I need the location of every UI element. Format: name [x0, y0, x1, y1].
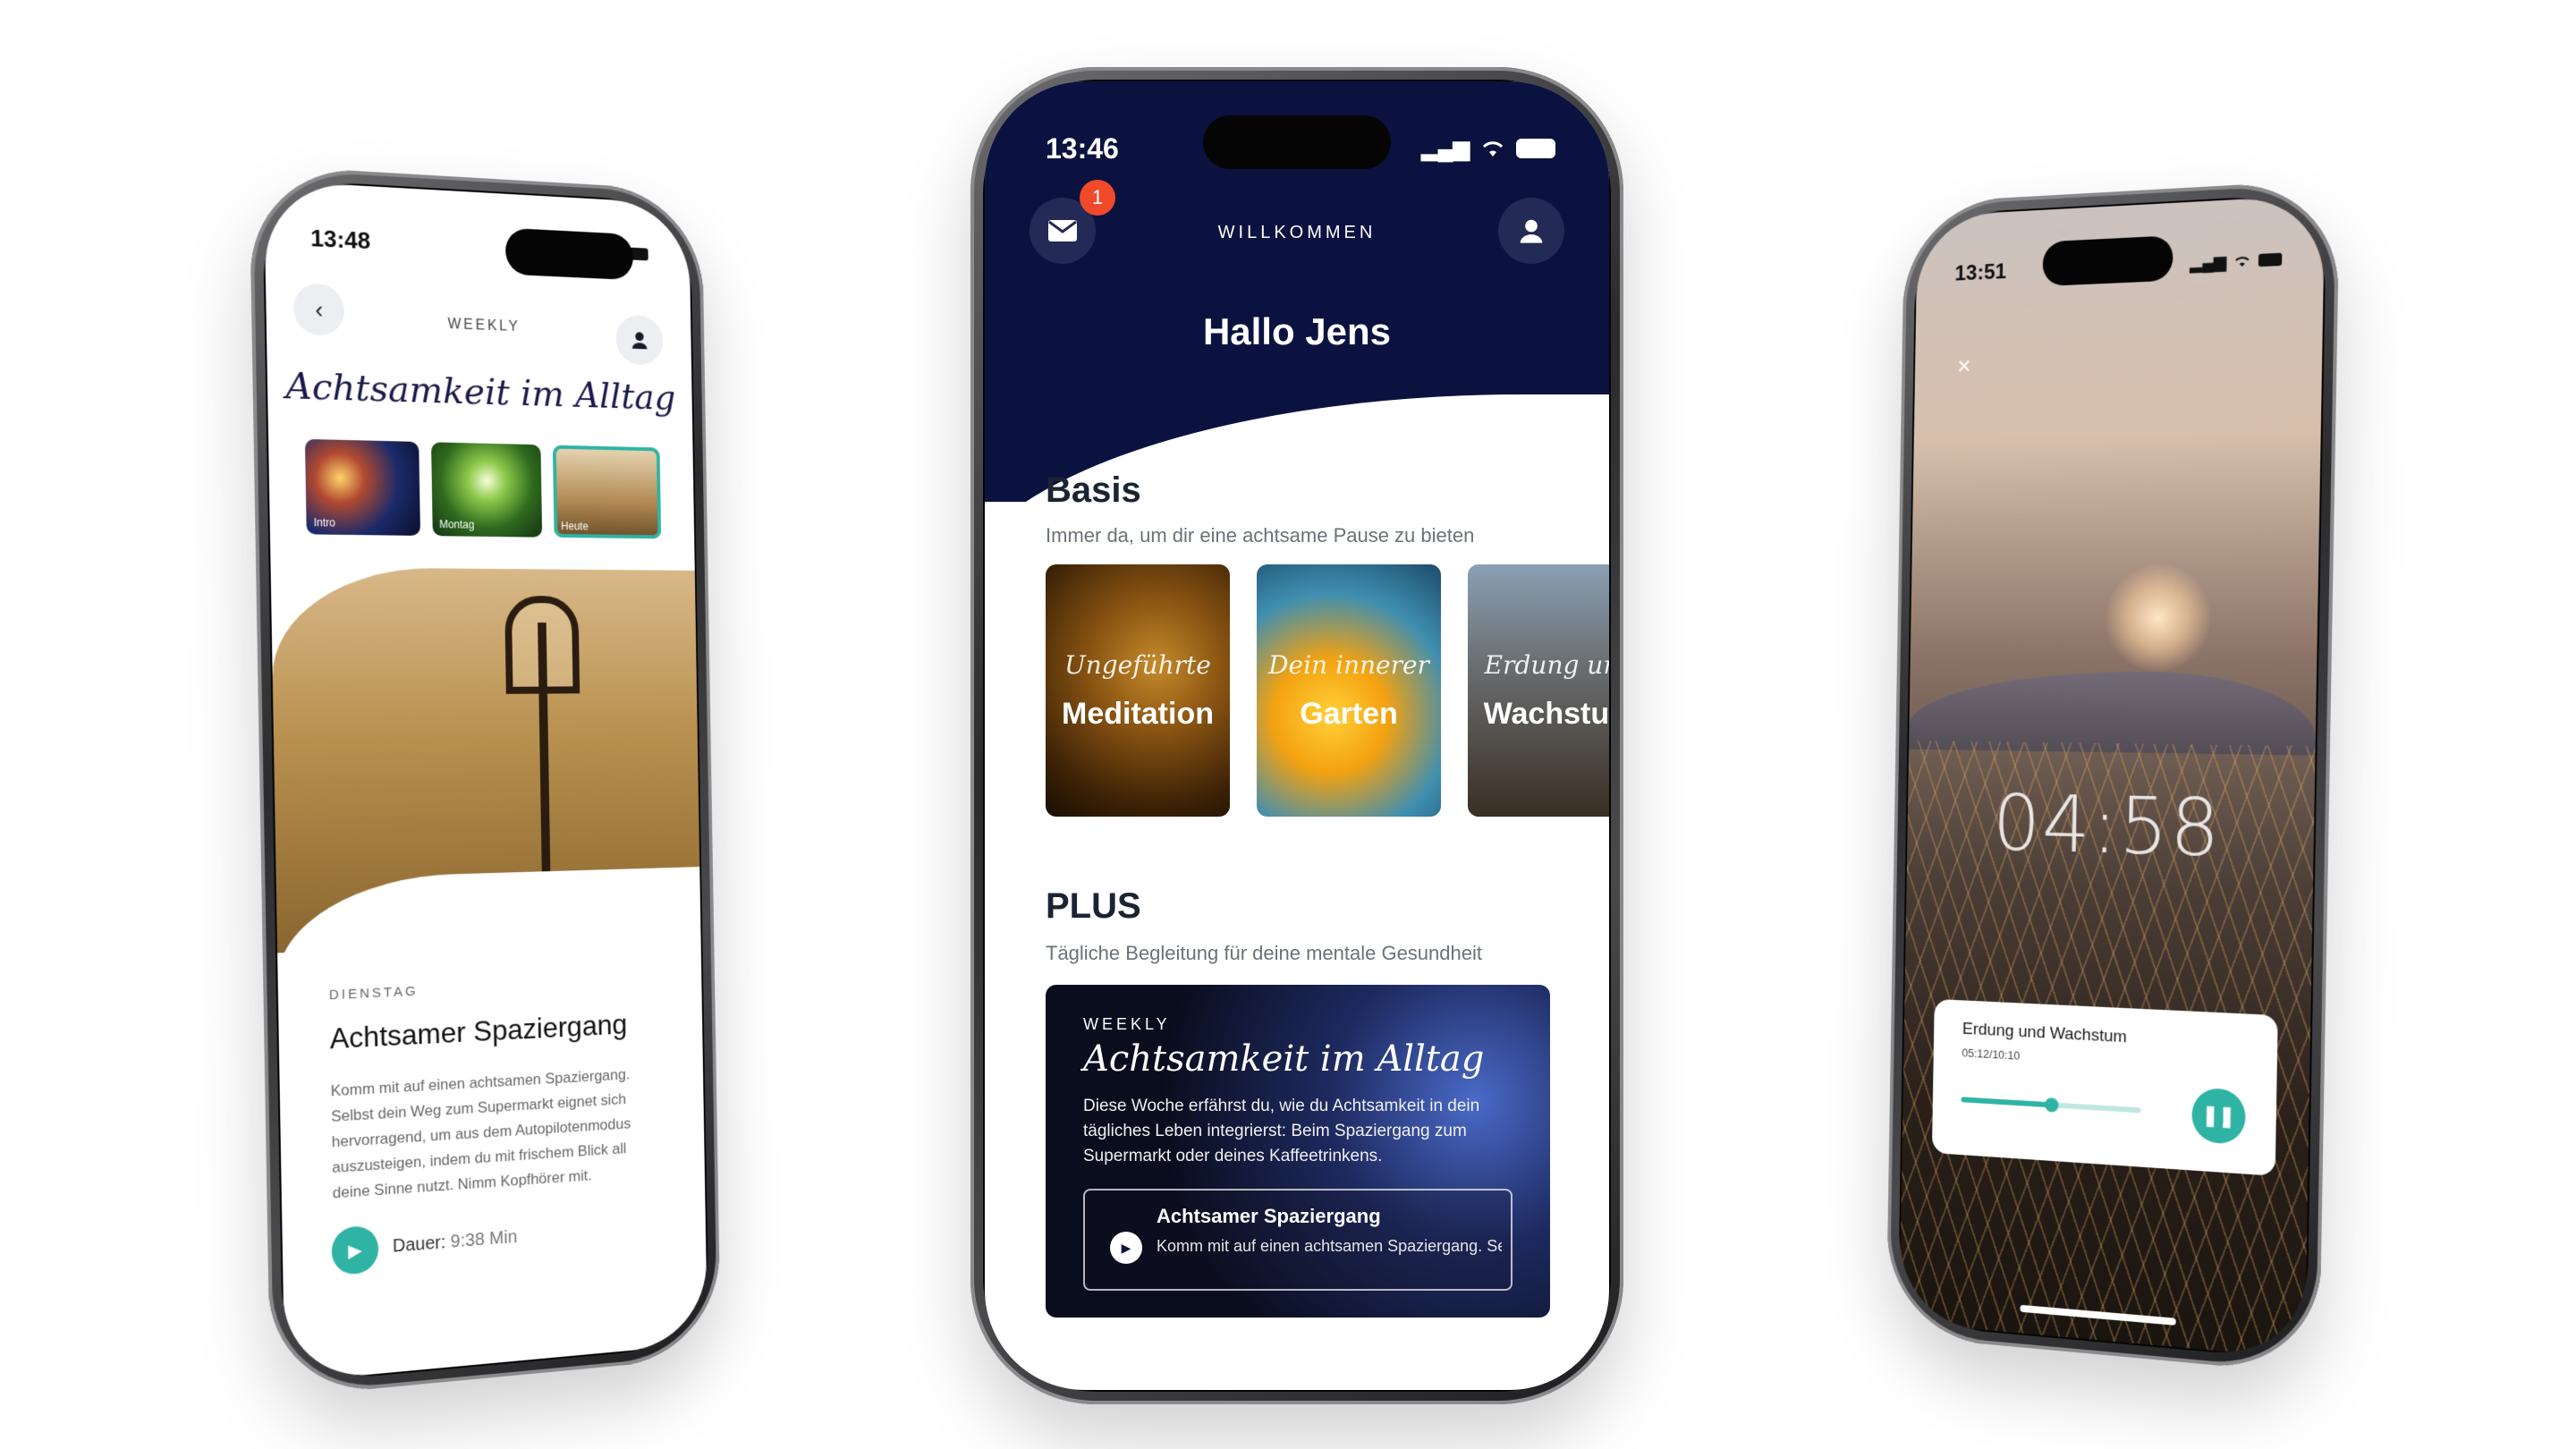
user-icon [1520, 219, 1543, 243]
thumbnail-label: Montag [439, 518, 475, 531]
track-title: Erdung und Wachstum [1962, 1019, 2127, 1047]
basis-carousel[interactable]: Ungeführte Meditation Dein innerer Garte… [1046, 564, 1609, 817]
progress-handle[interactable] [2045, 1097, 2059, 1113]
audio-player: Erdung und Wachstum 05:12/10:10 ❚❚ [1931, 998, 2278, 1176]
card-script: Erdung und [1484, 650, 1609, 680]
profile-button[interactable] [615, 314, 664, 366]
episode-title: Achtsamer Spaziergang [1157, 1205, 1381, 1227]
wifi-icon [2233, 253, 2251, 268]
thumbnail-montag[interactable]: Montag [430, 442, 543, 538]
dynamic-island [2042, 235, 2174, 287]
dynamic-island [504, 227, 634, 281]
episode-thumbnails: Intro Montag Heute [304, 438, 662, 539]
plus-title: PLUS [1046, 886, 1141, 926]
profile-button[interactable] [1498, 198, 1564, 264]
battery-icon [1516, 139, 1555, 158]
wifi-icon [1480, 139, 1505, 158]
card-garten[interactable]: Dein innerer Garten [1257, 564, 1441, 817]
pause-icon: ❚❚ [2201, 1103, 2236, 1128]
notification-badge: 1 [1080, 180, 1115, 216]
card-script: Dein innerer [1268, 650, 1429, 680]
dynamic-island [1203, 115, 1391, 169]
card-script: Ungeführte [1064, 650, 1211, 680]
card-title: Garten [1300, 697, 1398, 731]
progress-fill [1961, 1097, 2052, 1108]
pause-button[interactable]: ❚❚ [2191, 1087, 2246, 1145]
signal-icon: ▂▄▆ [2190, 252, 2227, 273]
duration-label: Dauer: [392, 1232, 446, 1257]
status-time: 13:48 [309, 224, 371, 254]
play-icon: ▶ [1121, 1240, 1131, 1255]
left-screen: 13:48 ▂▄▆ ‹ WEEKLY Achtsamkeit im Alltag… [264, 180, 708, 1383]
card-meditation[interactable]: Ungeführte Meditation [1046, 564, 1230, 817]
weekly-script-title: Achtsamkeit im Alltag [1083, 1038, 1485, 1080]
right-phone: 13:51 ▂▄▆ × 04:58 Erdung und Wachstum 05… [1885, 179, 2341, 1375]
signal-icon: ▂▄▆ [1421, 136, 1470, 161]
status-time: 13:51 [1954, 259, 2007, 286]
status-time: 13:46 [1046, 131, 1119, 165]
plus-subtitle: Tägliche Begleitung für deine mentale Ge… [1046, 942, 1482, 964]
right-screen: 13:51 ▂▄▆ × 04:58 Erdung und Wachstum 05… [1899, 194, 2326, 1360]
episode-text: Komm mit auf einen achtsamen Spaziergang… [1157, 1237, 1502, 1255]
progress-slider[interactable] [1961, 1097, 2141, 1114]
play-button[interactable]: ▶ [1110, 1232, 1142, 1264]
script-title: Achtsamkeit im Alltag [284, 365, 676, 419]
thumbnail-intro[interactable]: Intro [304, 438, 420, 536]
weekly-description: Diese Woche erfährst du, wie du Achtsamk… [1083, 1097, 1480, 1165]
card-wachstum[interactable]: Erdung und Wachstum [1468, 564, 1609, 817]
close-icon: × [1957, 352, 1971, 380]
weekly-label: WEEKLY [1083, 1015, 1171, 1033]
close-button[interactable]: × [1945, 345, 1984, 387]
duration-value: 9:38 Min [450, 1226, 518, 1252]
thumbnail-heute[interactable]: Heute [553, 445, 662, 539]
card-title: Meditation [1062, 697, 1214, 731]
weekly-card[interactable]: WEEKLY Achtsamkeit im Alltag Diese Woche… [1046, 985, 1550, 1318]
track-time: 05:12/10:10 [1962, 1046, 2021, 1063]
battery-icon [2258, 252, 2283, 267]
basis-title: Basis [1046, 470, 1141, 510]
center-screen: 13:46 ▂▄▆ 1 WILLKOMMEN Hallo Jens Basis … [985, 81, 1609, 1390]
episode-description: Komm mit auf einen achtsamen Spaziergang… [330, 1065, 631, 1202]
center-phone: 13:46 ▂▄▆ 1 WILLKOMMEN Hallo Jens Basis … [970, 67, 1623, 1404]
greeting: Hallo Jens [1202, 310, 1392, 352]
countdown-timer: 04:58 [1992, 776, 2223, 875]
sunset-image [2105, 563, 2213, 673]
basis-subtitle: Immer da, um dir eine achtsame Pause zu … [1046, 524, 1475, 547]
user-icon [631, 332, 648, 350]
left-phone: 13:48 ▂▄▆ ‹ WEEKLY Achtsamkeit im Alltag… [249, 165, 721, 1399]
mockup-stage: 13:48 ▂▄▆ ‹ WEEKLY Achtsamkeit im Alltag… [0, 0, 2576, 1449]
play-icon: ▶ [348, 1240, 362, 1262]
thumbnail-label: Heute [561, 520, 589, 533]
thumbnail-label: Intro [313, 515, 336, 530]
card-title: Wachstum [1483, 697, 1609, 731]
episode-box[interactable]: ▶ Achtsamer Spaziergang Komm mit auf ein… [1083, 1189, 1513, 1291]
